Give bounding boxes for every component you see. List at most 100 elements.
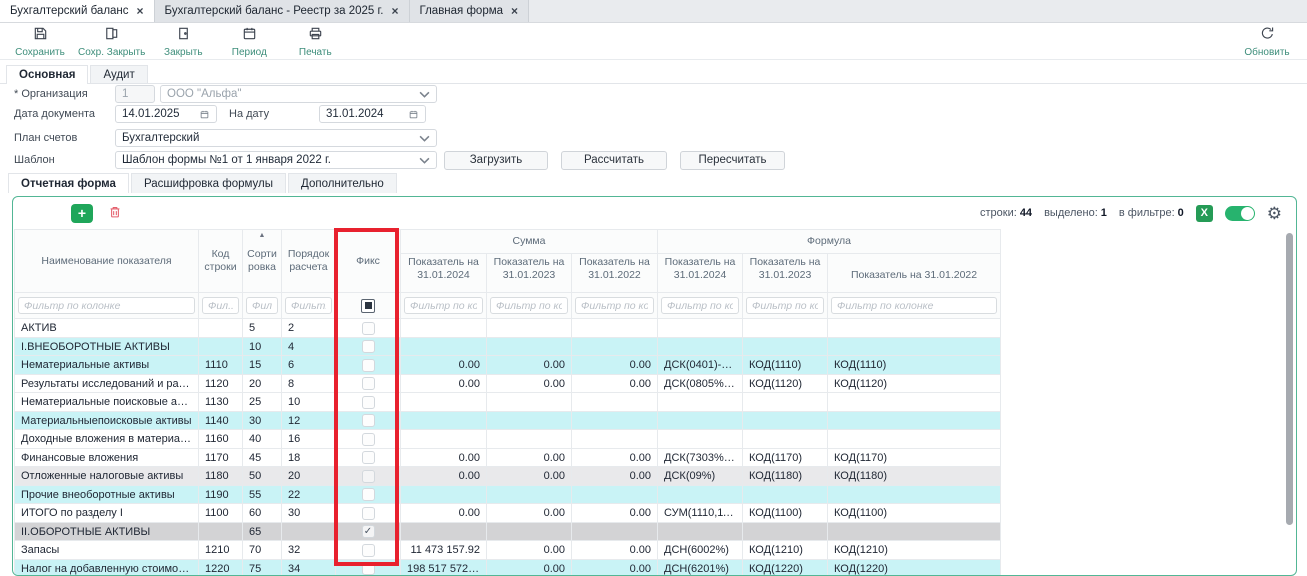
- cell-s24: 0.00: [401, 448, 487, 467]
- fix-checkbox[interactable]: [362, 470, 375, 483]
- delete-row-button[interactable]: [105, 203, 125, 223]
- toolbar-print-button[interactable]: Печать: [287, 25, 343, 58]
- recalculate-button[interactable]: Пересчитать: [680, 151, 785, 170]
- template-select[interactable]: Шаблон формы №1 от 1 января 2022 г.: [115, 151, 437, 169]
- filter-cell-s24: [401, 293, 487, 319]
- table-row[interactable]: I.ВНЕОБОРОТНЫЕ АКТИВЫ104: [15, 337, 1001, 356]
- column-header-s24[interactable]: Показатель на 31.01.2024: [401, 254, 487, 293]
- window-tab[interactable]: Главная форма×: [410, 0, 530, 22]
- table-row[interactable]: Налог на добавленную стоимость по пр...1…: [15, 559, 1001, 576]
- fix-checkbox[interactable]: [362, 451, 375, 464]
- column-header-s22[interactable]: Показатель на 31.01.2022: [572, 254, 658, 293]
- tab-report[interactable]: Отчетная форма: [8, 173, 129, 193]
- fix-checkbox[interactable]: [362, 433, 375, 446]
- cell-order: 12: [282, 411, 336, 430]
- column-header-f23[interactable]: Показатель на 31.01.2023: [743, 254, 828, 293]
- column-header-code[interactable]: Код строки: [199, 230, 243, 293]
- filter-input-s23[interactable]: [490, 297, 568, 314]
- main-tab-bar: ОсновнаяАудит: [0, 64, 1307, 84]
- table-row[interactable]: Материальныепоисковые активы11403012: [15, 411, 1001, 430]
- table-row[interactable]: Запасы1210703211 473 157.920.000.00ДСН(6…: [15, 541, 1001, 560]
- close-icon[interactable]: ×: [391, 5, 398, 17]
- tab-main[interactable]: Аудит: [90, 65, 147, 83]
- fix-checkbox[interactable]: [362, 488, 375, 501]
- filter-input-s24[interactable]: [404, 297, 483, 314]
- doc-date-input[interactable]: 14.01.2025: [115, 105, 217, 123]
- table-row[interactable]: АКТИВ52: [15, 319, 1001, 338]
- table-row[interactable]: Результаты исследований и разработок1120…: [15, 374, 1001, 393]
- fix-checkbox[interactable]: [362, 322, 375, 335]
- cell-order: 8: [282, 374, 336, 393]
- filter-input-order[interactable]: [285, 297, 332, 314]
- add-row-button[interactable]: +: [71, 204, 93, 223]
- filter-input-f24[interactable]: [661, 297, 739, 314]
- table-row[interactable]: Доходные вложения в материальные ц...116…: [15, 430, 1001, 449]
- cell-f23: [743, 411, 828, 430]
- toolbar-save-close-button[interactable]: Сохр. Закрыть: [78, 25, 145, 58]
- filter-input-f23[interactable]: [746, 297, 824, 314]
- fix-checkbox[interactable]: [362, 507, 375, 520]
- toolbar-period-button[interactable]: Период: [221, 25, 277, 58]
- column-header-order[interactable]: Порядок расчета: [282, 230, 336, 293]
- sort-asc-icon[interactable]: ▲: [243, 232, 281, 239]
- fix-checkbox[interactable]: [362, 396, 375, 409]
- fix-checkbox[interactable]: ✓: [362, 525, 375, 538]
- cell-f22: КОД(1210): [828, 541, 1001, 560]
- fix-checkbox[interactable]: [362, 544, 375, 557]
- table-row[interactable]: Отложенные налоговые активы118050200.000…: [15, 467, 1001, 486]
- calculate-button[interactable]: Рассчитать: [561, 151, 667, 170]
- window-tab[interactable]: Бухгалтерский баланс - Реестр за 2025 г.…: [155, 0, 410, 22]
- filter-input-s22[interactable]: [575, 297, 654, 314]
- cell-f22: КОД(1100): [828, 504, 1001, 523]
- vertical-scrollbar[interactable]: [1286, 233, 1293, 525]
- toolbar-close-button[interactable]: Закрыть: [155, 25, 211, 58]
- table-row[interactable]: ИТОГО по разделу I110060300.000.000.00СУ…: [15, 504, 1001, 523]
- cell-name: Доходные вложения в материальные ц...: [15, 430, 199, 449]
- window-tab[interactable]: Бухгалтерский баланс×: [0, 0, 155, 22]
- table-row[interactable]: Прочие внеоборотные активы11905522: [15, 485, 1001, 504]
- cell-fix: [336, 485, 401, 504]
- settings-button[interactable]: ⚙: [1267, 205, 1282, 222]
- selected-count-label: выделено:: [1044, 207, 1098, 219]
- fix-checkbox[interactable]: [362, 340, 375, 353]
- export-excel-button[interactable]: X: [1196, 205, 1213, 222]
- table-row[interactable]: Финансовые вложения117045180.000.000.00Д…: [15, 448, 1001, 467]
- fix-checkbox[interactable]: [362, 377, 375, 390]
- on-date-input[interactable]: 31.01.2024: [319, 105, 426, 123]
- close-icon[interactable]: ×: [137, 5, 144, 17]
- filter-input-code[interactable]: [202, 297, 239, 314]
- table-row[interactable]: Нематериальные поисковые активы11302510: [15, 393, 1001, 412]
- tab-main-active[interactable]: Основная: [6, 65, 88, 84]
- fix-select-all-checkbox[interactable]: [361, 299, 375, 313]
- org-select[interactable]: ООО "Альфа": [160, 85, 437, 103]
- filter-input-name[interactable]: [18, 297, 195, 314]
- table-row[interactable]: Нематериальные активы11101560.000.000.00…: [15, 356, 1001, 375]
- column-header-name[interactable]: Наименование показателя: [15, 230, 199, 293]
- load-button[interactable]: Загрузить: [444, 151, 548, 170]
- toolbar-save-button[interactable]: Сохранить: [12, 25, 68, 58]
- calendar-icon[interactable]: [199, 109, 210, 120]
- column-header-f24[interactable]: Показатель на 31.01.2024: [658, 254, 743, 293]
- column-header-sort[interactable]: ▲Сортировка: [243, 230, 282, 293]
- table-body: АКТИВ52I.ВНЕОБОРОТНЫЕ АКТИВЫ104Нематериа…: [15, 319, 1001, 576]
- tab-report[interactable]: Дополнительно: [288, 173, 397, 193]
- org-code-field[interactable]: 1: [115, 85, 155, 103]
- column-header-f22[interactable]: Показатель на 31.01.2022: [828, 254, 1001, 293]
- calendar-icon[interactable]: [408, 109, 419, 120]
- cell-f23: КОД(1180): [743, 467, 828, 486]
- column-header-s23[interactable]: Показатель на 31.01.2023: [487, 254, 572, 293]
- cell-f23: КОД(1220): [743, 559, 828, 576]
- tab-report[interactable]: Расшифровка формулы: [131, 173, 286, 193]
- close-icon[interactable]: ×: [511, 5, 518, 17]
- cell-sort: 25: [243, 393, 282, 412]
- column-header-fix[interactable]: Фикс: [336, 230, 401, 293]
- fix-checkbox[interactable]: [362, 414, 375, 427]
- filter-input-f22[interactable]: [831, 297, 997, 314]
- table-row[interactable]: II.ОБОРОТНЫЕ АКТИВЫ65✓: [15, 522, 1001, 541]
- cell-s24: 11 473 157.92: [401, 541, 487, 560]
- accounts-select[interactable]: Бухгалтерский: [115, 129, 437, 147]
- filter-input-sort[interactable]: [246, 297, 278, 314]
- fix-checkbox[interactable]: [362, 359, 375, 372]
- refresh-button[interactable]: Обновить: [1239, 25, 1295, 58]
- filter-toggle[interactable]: [1225, 206, 1255, 221]
